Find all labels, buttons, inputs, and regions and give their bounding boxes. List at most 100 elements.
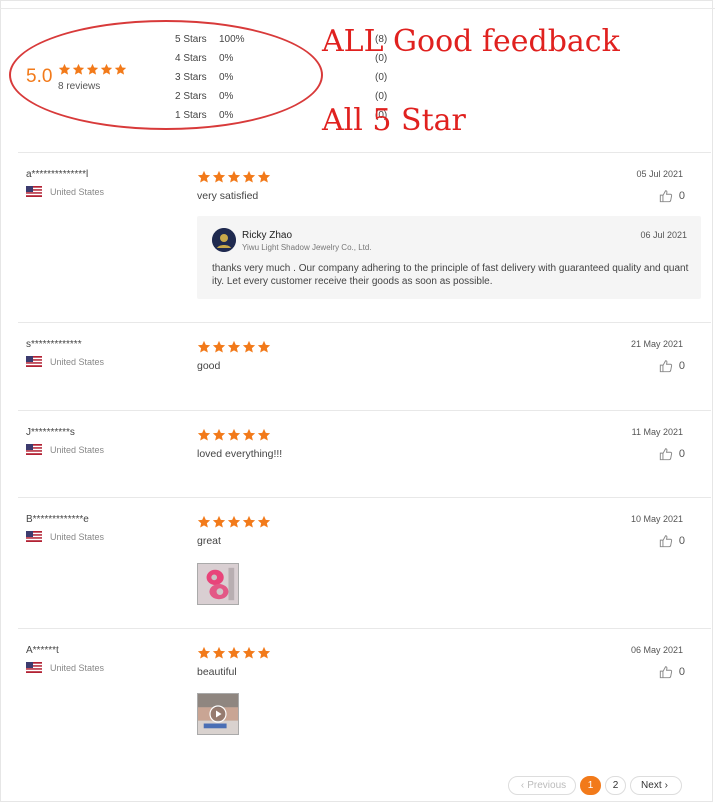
like-button[interactable]: 0 bbox=[659, 534, 685, 548]
reviewer-name: A******t bbox=[26, 645, 59, 656]
reply-text: thanks very much . Our company adhering … bbox=[212, 263, 689, 287]
star-icon bbox=[197, 170, 211, 184]
review-stars bbox=[197, 515, 272, 533]
thumbs-up-icon bbox=[659, 189, 673, 203]
thumbs-up-icon bbox=[659, 359, 673, 373]
star-icon bbox=[197, 515, 211, 529]
star-icon bbox=[197, 428, 211, 442]
star-icon bbox=[242, 340, 256, 354]
distribution-label: 2 Stars bbox=[175, 91, 207, 102]
star-icon bbox=[227, 340, 241, 354]
review-stars bbox=[197, 646, 272, 664]
reviewer-name: B*************e bbox=[26, 514, 89, 525]
page-1-button[interactable]: 1 bbox=[580, 776, 601, 795]
thumbs-up-icon bbox=[659, 665, 673, 679]
reviewer-country: United States bbox=[26, 186, 104, 197]
star-icon bbox=[212, 170, 226, 184]
star-icon bbox=[212, 646, 226, 660]
previous-label: Previous bbox=[527, 780, 567, 791]
next-page-button[interactable]: Next › bbox=[630, 776, 682, 795]
pagination: ‹ Previous 1 2 Next › bbox=[508, 776, 686, 795]
seller-reply: Ricky Zhao Yiwu Light Shadow Jewelry Co.… bbox=[197, 216, 701, 299]
star-icon bbox=[114, 63, 127, 76]
star-icon bbox=[58, 63, 71, 76]
us-flag-icon bbox=[26, 662, 42, 673]
reviewer-country: United States bbox=[26, 444, 104, 455]
next-label: Next bbox=[641, 780, 662, 791]
play-icon bbox=[209, 705, 227, 723]
chevron-right-icon: › bbox=[664, 780, 668, 791]
review-item: A******t United States beautiful 06 May … bbox=[18, 628, 711, 764]
distribution-label: 1 Stars bbox=[175, 110, 207, 121]
previous-page-button[interactable]: ‹ Previous bbox=[508, 776, 576, 795]
annotation-all-5-star: All 5 Star bbox=[322, 103, 466, 138]
distribution-count: (0) bbox=[375, 91, 388, 102]
page-2-button[interactable]: 2 bbox=[605, 776, 626, 795]
reply-date: 06 Jul 2021 bbox=[640, 230, 687, 240]
review-stars bbox=[197, 428, 272, 446]
country-label: United States bbox=[50, 444, 105, 455]
distribution-label: 4 Stars bbox=[175, 53, 207, 64]
star-icon bbox=[257, 340, 271, 354]
us-flag-icon bbox=[26, 444, 42, 455]
like-count: 0 bbox=[678, 190, 685, 202]
review-date: 21 May 2021 bbox=[630, 339, 683, 349]
reviewer-name: a**************l bbox=[26, 169, 89, 180]
like-button[interactable]: 0 bbox=[659, 665, 685, 679]
reviewer-country: United States bbox=[26, 356, 104, 367]
star-icon bbox=[212, 340, 226, 354]
country-label: United States bbox=[50, 531, 105, 542]
thumbs-up-icon bbox=[659, 447, 673, 461]
like-button[interactable]: 0 bbox=[659, 189, 685, 203]
review-count: 8 reviews bbox=[58, 81, 101, 92]
star-icon bbox=[197, 646, 211, 660]
star-icon bbox=[242, 170, 256, 184]
review-photo[interactable] bbox=[197, 563, 239, 605]
review-date: 06 May 2021 bbox=[630, 645, 683, 655]
star-icon bbox=[197, 340, 211, 354]
distribution-count: (0) bbox=[375, 72, 388, 83]
distribution-percent: 100% bbox=[219, 34, 245, 45]
star-icon bbox=[242, 428, 256, 442]
review-date: 05 Jul 2021 bbox=[636, 169, 683, 179]
star-icon bbox=[242, 646, 256, 660]
star-icon bbox=[100, 63, 113, 76]
like-button[interactable]: 0 bbox=[659, 447, 685, 461]
star-icon bbox=[72, 63, 85, 76]
star-icon bbox=[242, 515, 256, 529]
star-icon bbox=[257, 170, 271, 184]
distribution-percent: 0% bbox=[219, 91, 234, 102]
like-count: 0 bbox=[678, 360, 685, 372]
average-score: 5.0 bbox=[26, 66, 53, 87]
country-label: United States bbox=[50, 356, 105, 367]
average-stars bbox=[58, 63, 128, 81]
distribution-percent: 0% bbox=[219, 53, 234, 64]
review-item: J**********s United States loved everyth… bbox=[18, 410, 711, 498]
review-text: beautiful bbox=[197, 666, 237, 678]
review-stars bbox=[197, 340, 272, 358]
chevron-left-icon: ‹ bbox=[520, 780, 525, 791]
star-icon bbox=[86, 63, 99, 76]
us-flag-icon bbox=[26, 356, 42, 367]
distribution-label: 3 Stars bbox=[175, 72, 207, 83]
review-item: a**************l United States very sati… bbox=[18, 152, 711, 323]
review-date: 11 May 2021 bbox=[631, 427, 683, 437]
annotation-all-good-feedback: ALL Good feedback bbox=[322, 24, 620, 59]
rating-summary: 5.0 8 reviews 5 Stars 100% (8) 4 Stars 0… bbox=[0, 0, 715, 152]
reviewer-country: United States bbox=[26, 531, 104, 542]
distribution-row-3[interactable]: 3 Stars 0% (0) bbox=[175, 72, 395, 86]
seller-name: Ricky Zhao bbox=[242, 230, 293, 241]
review-text: great bbox=[197, 535, 221, 547]
review-stars bbox=[197, 170, 272, 188]
review-item: s************* United States good 21 May… bbox=[18, 322, 711, 411]
us-flag-icon bbox=[26, 186, 42, 197]
review-video-thumbnail[interactable] bbox=[197, 693, 239, 735]
like-button[interactable]: 0 bbox=[659, 359, 685, 373]
like-count: 0 bbox=[678, 448, 685, 460]
seller-company: Yiwu Light Shadow Jewelry Co., Ltd. bbox=[242, 243, 372, 252]
star-icon bbox=[257, 646, 271, 660]
us-flag-icon bbox=[26, 531, 42, 542]
star-icon bbox=[227, 515, 241, 529]
distribution-label: 5 Stars bbox=[175, 34, 207, 45]
star-icon bbox=[227, 170, 241, 184]
